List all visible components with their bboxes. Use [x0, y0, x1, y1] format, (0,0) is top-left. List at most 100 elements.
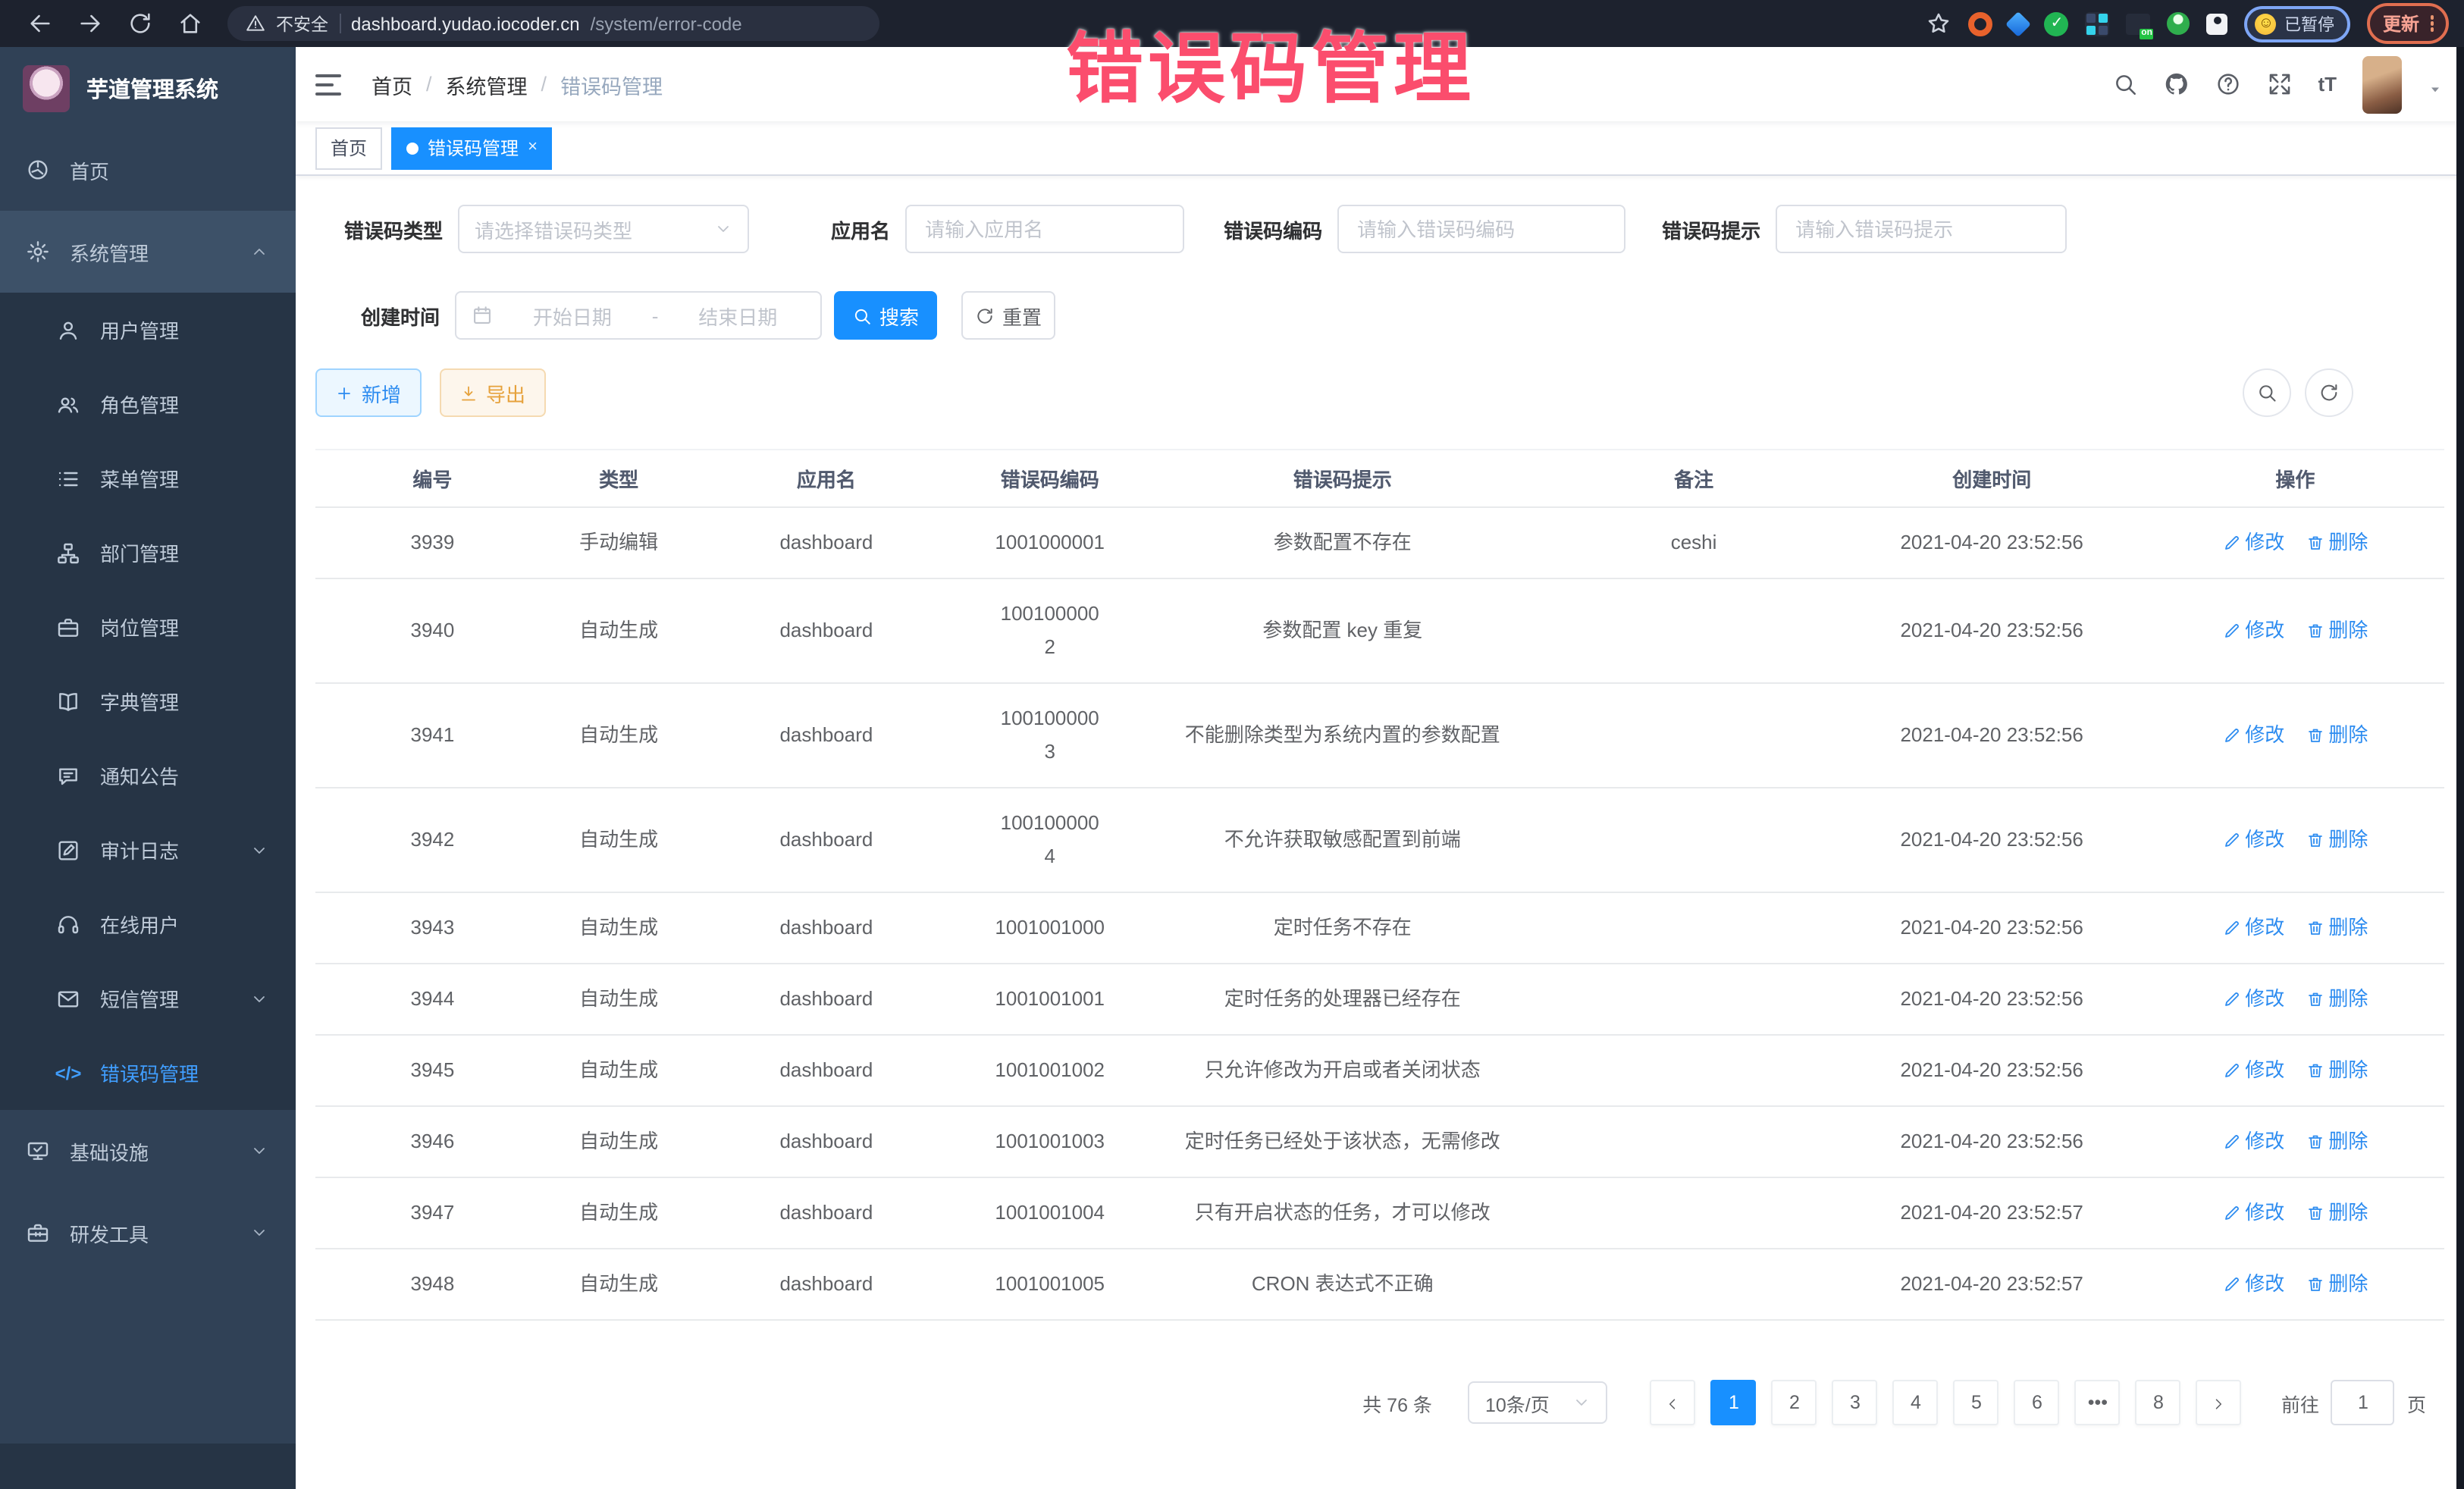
- sidebar-item-user-management[interactable]: 用户管理: [0, 293, 296, 367]
- error-code-type-select[interactable]: 请选择错误码类型: [458, 205, 749, 253]
- more-pages-button[interactable]: •••: [2075, 1380, 2121, 1425]
- sidebar-collapse-bar[interactable]: [0, 1444, 296, 1489]
- edit-row-link[interactable]: 修改: [2222, 1125, 2284, 1158]
- edit-row-link[interactable]: 修改: [2222, 983, 2284, 1016]
- font-size-icon[interactable]: tT: [2318, 71, 2337, 97]
- edit-row-link[interactable]: 修改: [2222, 1268, 2284, 1301]
- sidebar-item-home[interactable]: 首页: [0, 129, 296, 211]
- edit-row-link[interactable]: 修改: [2222, 1054, 2284, 1087]
- refresh-table-button[interactable]: [2305, 368, 2353, 417]
- extension-grid-icon[interactable]: [2086, 11, 2110, 36]
- delete-row-link[interactable]: 删除: [2306, 823, 2368, 857]
- close-tab-icon[interactable]: ×: [528, 139, 538, 156]
- tab-active-view[interactable]: 错误码管理×: [391, 127, 553, 169]
- edit-row-link[interactable]: 修改: [2222, 614, 2284, 647]
- sidebar-item-role-management[interactable]: 角色管理: [0, 367, 296, 441]
- bookmark-star-icon[interactable]: [1926, 11, 1952, 36]
- sidebar-item-infrastructure[interactable]: 基础设施: [0, 1110, 296, 1192]
- delete-row-link[interactable]: 删除: [2306, 1196, 2368, 1230]
- row-code: 100100000 3: [964, 684, 1135, 787]
- sidebar-toggle-icon[interactable]: [315, 74, 341, 95]
- edit-row-link[interactable]: 修改: [2222, 1196, 2284, 1230]
- page-button-5[interactable]: 5: [1954, 1380, 1999, 1425]
- reset-button[interactable]: 重置: [961, 291, 1055, 340]
- overlay-annotation-title: 错误码管理: [1066, 6, 1475, 118]
- sidebar-item-post-management[interactable]: 岗位管理: [0, 590, 296, 664]
- extension-green-check-icon[interactable]: ✓: [2045, 11, 2069, 36]
- page-size-select[interactable]: 10条/页: [1469, 1381, 1608, 1424]
- page-scrollbar[interactable]: [2456, 47, 2464, 1489]
- edit-row-link[interactable]: 修改: [2222, 526, 2284, 560]
- edit-row-link[interactable]: 修改: [2222, 911, 2284, 945]
- show-search-toggle-button[interactable]: [2243, 368, 2291, 417]
- add-button[interactable]: 新增: [315, 368, 422, 417]
- sidebar-item-online-users[interactable]: 在线用户: [0, 887, 296, 961]
- tab-view[interactable]: 首页: [315, 127, 382, 169]
- reload-icon[interactable]: [127, 11, 153, 36]
- help-icon[interactable]: [2215, 71, 2240, 97]
- extension-green-person-icon[interactable]: [2168, 12, 2190, 35]
- sidebar-item-audit-log[interactable]: 审计日志: [0, 813, 296, 887]
- extensions-puzzle-icon[interactable]: [2207, 13, 2228, 34]
- page-button-8[interactable]: 8: [2136, 1380, 2181, 1425]
- error-hint-field[interactable]: [1776, 205, 2067, 253]
- header-search-icon[interactable]: [2111, 71, 2137, 97]
- next-page-button[interactable]: [2196, 1380, 2242, 1425]
- forward-icon[interactable]: [77, 11, 103, 36]
- app-name-field[interactable]: [905, 205, 1184, 253]
- user-avatar[interactable]: [2362, 55, 2402, 113]
- user-menu-caret-icon[interactable]: [2428, 77, 2443, 92]
- delete-row-link[interactable]: 删除: [2306, 1125, 2368, 1158]
- page-button-3[interactable]: 3: [1832, 1380, 1878, 1425]
- delete-row-link[interactable]: 删除: [2306, 1268, 2368, 1301]
- prev-page-button[interactable]: [1651, 1380, 1696, 1425]
- paused-badge[interactable]: ☺ 已暂停: [2245, 5, 2351, 42]
- sidebar-item-dev-tools[interactable]: 研发工具: [0, 1192, 296, 1274]
- github-icon[interactable]: [2163, 71, 2189, 97]
- delete-row-link[interactable]: 删除: [2306, 526, 2368, 560]
- delete-row-link[interactable]: 删除: [2306, 911, 2368, 945]
- sidebar-item-menu-management[interactable]: 菜单管理: [0, 441, 296, 516]
- start-date-placeholder[interactable]: 开始日期: [505, 301, 640, 330]
- error-code-input[interactable]: [1354, 216, 1609, 242]
- goto-page-input[interactable]: 1: [2331, 1380, 2395, 1425]
- sidebar-item-system-management[interactable]: 系统管理: [0, 211, 296, 293]
- delete-row-link[interactable]: 删除: [2306, 719, 2368, 752]
- home-icon[interactable]: [177, 11, 203, 36]
- extension-blue-gem-icon[interactable]: [2006, 11, 2032, 36]
- sidebar-item-dept-management[interactable]: 部门管理: [0, 516, 296, 590]
- sidebar-item-dict-management[interactable]: 字典管理: [0, 664, 296, 738]
- edit-row-link[interactable]: 修改: [2222, 823, 2284, 857]
- breadcrumb-item[interactable]: 系统管理: [446, 69, 528, 99]
- app-logo[interactable]: 芋道管理系统: [0, 47, 296, 129]
- sidebar-menu: 首页系统管理用户管理角色管理菜单管理部门管理岗位管理字典管理通知公告审计日志在线…: [0, 129, 296, 1274]
- address-bar[interactable]: 不安全 dashboard.yudao.iocoder.cn/system/er…: [227, 6, 879, 41]
- date-range-picker[interactable]: 开始日期 - 结束日期: [455, 291, 822, 340]
- row-remark: [1550, 579, 1838, 682]
- sidebar-item-error-code-management[interactable]: </>错误码管理: [0, 1036, 296, 1110]
- app-name-input[interactable]: [922, 216, 1168, 242]
- error-hint-input[interactable]: [1792, 216, 2050, 242]
- extension-on-badge-icon[interactable]: on: [2127, 13, 2151, 34]
- fullscreen-icon[interactable]: [2266, 71, 2292, 97]
- row-id: 3947: [315, 1178, 550, 1248]
- end-date-placeholder[interactable]: 结束日期: [670, 301, 805, 330]
- page-button-6[interactable]: 6: [2014, 1380, 2060, 1425]
- browser-update-button[interactable]: 更新: [2368, 3, 2449, 44]
- page-button-4[interactable]: 4: [1893, 1380, 1939, 1425]
- back-icon[interactable]: [27, 11, 53, 36]
- browser-menu-icon[interactable]: [2430, 14, 2434, 34]
- error-code-field[interactable]: [1337, 205, 1625, 253]
- breadcrumb-item[interactable]: 首页: [371, 69, 412, 99]
- sidebar-item-notice-management[interactable]: 通知公告: [0, 738, 296, 813]
- page-button-1[interactable]: 1: [1711, 1380, 1757, 1425]
- delete-row-link[interactable]: 删除: [2306, 983, 2368, 1016]
- export-button[interactable]: 导出: [440, 368, 546, 417]
- delete-row-link[interactable]: 删除: [2306, 1054, 2368, 1087]
- extension-orange-ring-icon[interactable]: [1969, 11, 1993, 36]
- edit-row-link[interactable]: 修改: [2222, 719, 2284, 752]
- delete-row-link[interactable]: 删除: [2306, 614, 2368, 647]
- page-button-2[interactable]: 2: [1772, 1380, 1817, 1425]
- search-button[interactable]: 搜索: [834, 291, 937, 340]
- sidebar-item-sms-management[interactable]: 短信管理: [0, 961, 296, 1036]
